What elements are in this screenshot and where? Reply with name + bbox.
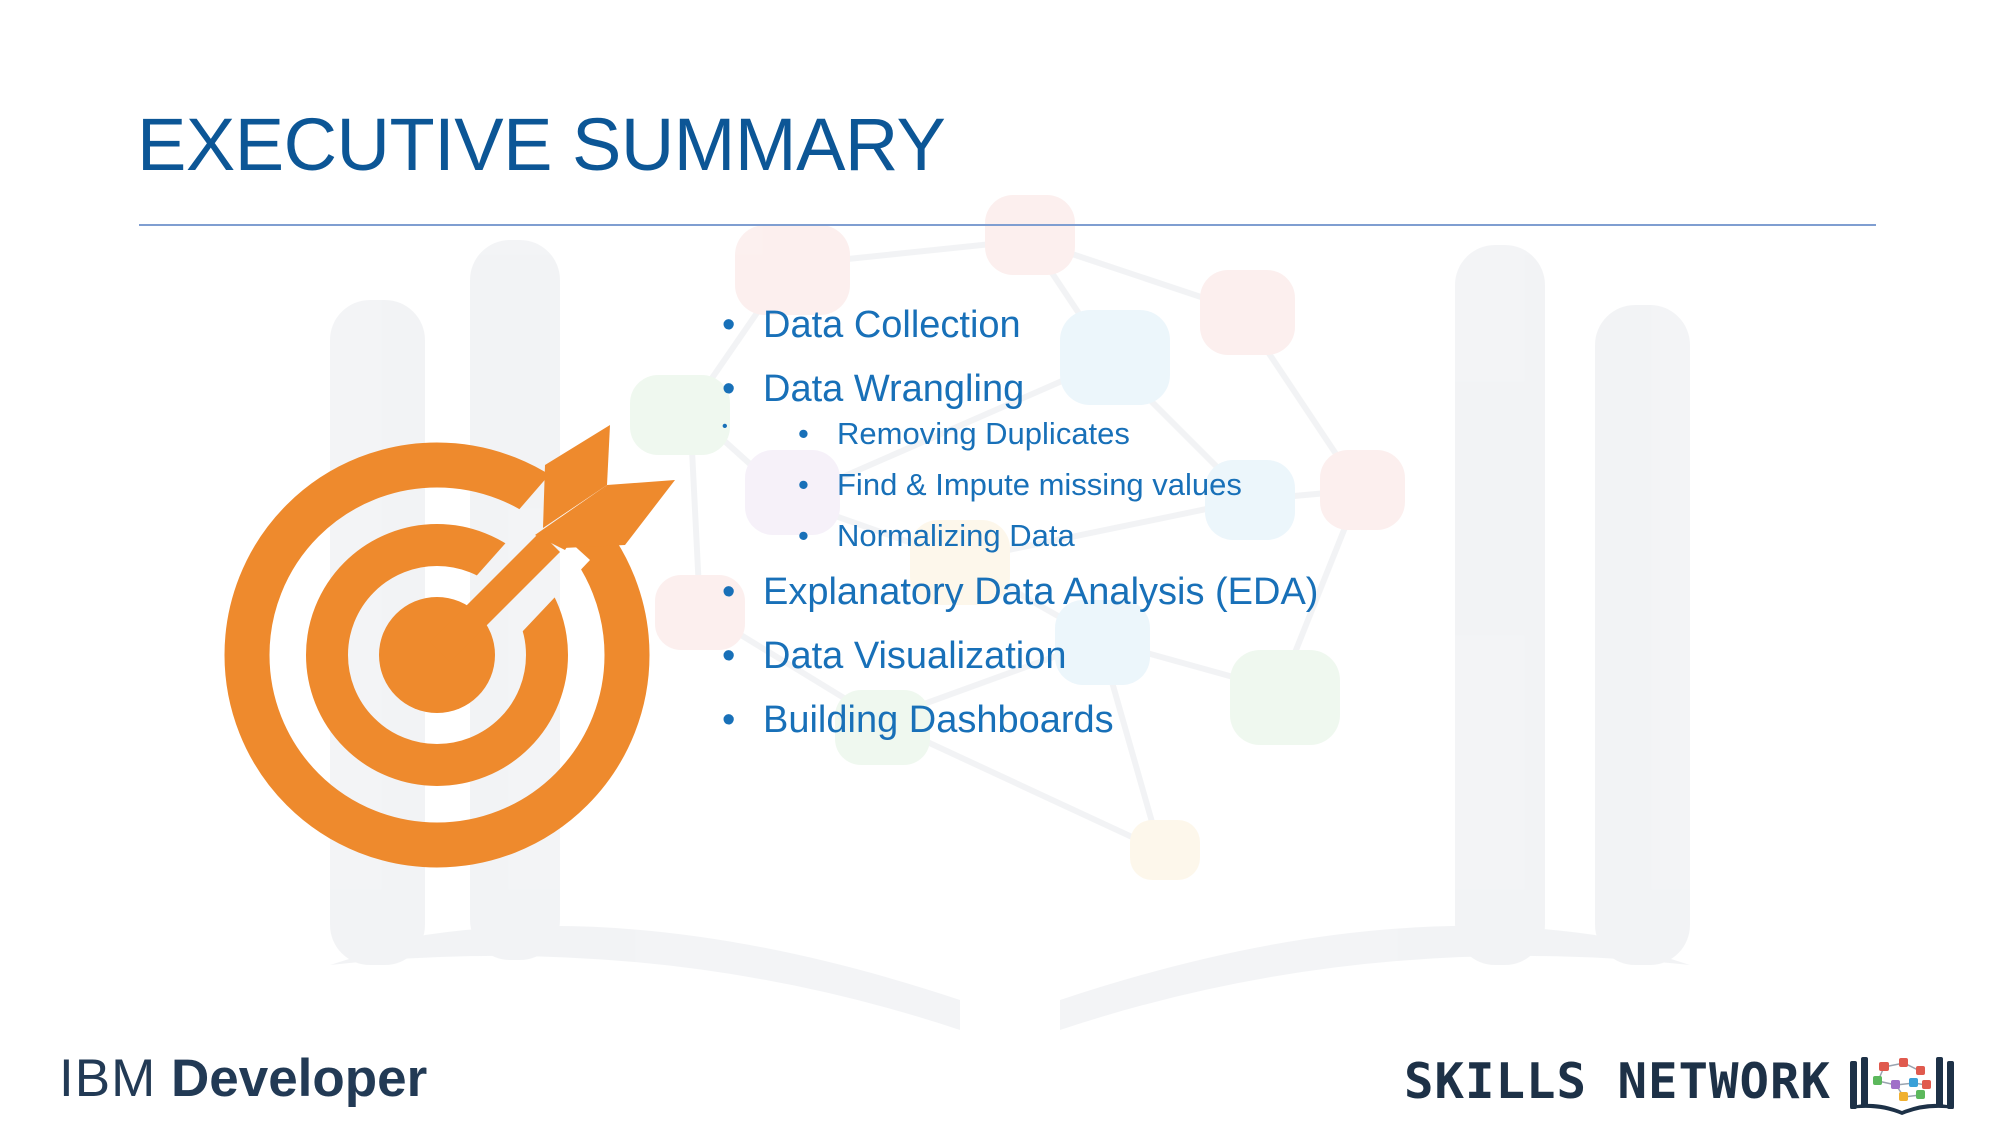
data-wrangling-subitems: Removing Duplicates Find & Impute missin… xyxy=(722,418,1622,551)
sub-bullet-normalizing-data: Normalizing Data xyxy=(722,520,1622,551)
bullet-eda: Explanatory Data Analysis (EDA) xyxy=(722,573,1622,611)
bullet-data-visualization: Data Visualization xyxy=(722,637,1622,675)
ibm-logo-brand: IBM xyxy=(59,1049,157,1108)
sub-bullet-list: Removing Duplicates Find & Impute missin… xyxy=(722,418,1622,551)
ibm-developer-logo: IBM Developer xyxy=(59,1052,427,1105)
slide-title: EXECUTIVE SUMMARY xyxy=(137,103,946,186)
title-divider xyxy=(139,224,1876,226)
slide: EXECUTIVE SUMMARY Data Collection Data W… xyxy=(0,0,2000,1125)
bullet-data-collection: Data Collection xyxy=(722,306,1622,344)
skills-network-logo: SKILLS NETWORK xyxy=(1404,1053,1832,1110)
sub-bullet-removing-duplicates: Removing Duplicates xyxy=(722,418,1622,449)
ibm-logo-product: Developer xyxy=(170,1049,428,1108)
open-book-network-icon xyxy=(1850,1057,1954,1115)
summary-bullet-list: Data Collection Data Wrangling Removing … xyxy=(722,306,1622,765)
target-with-arrow-icon xyxy=(224,425,675,868)
sub-bullet-find-impute-missing: Find & Impute missing values xyxy=(722,469,1622,500)
bullet-building-dashboards: Building Dashboards xyxy=(722,701,1622,739)
bullet-data-wrangling: Data Wrangling xyxy=(722,370,1622,408)
